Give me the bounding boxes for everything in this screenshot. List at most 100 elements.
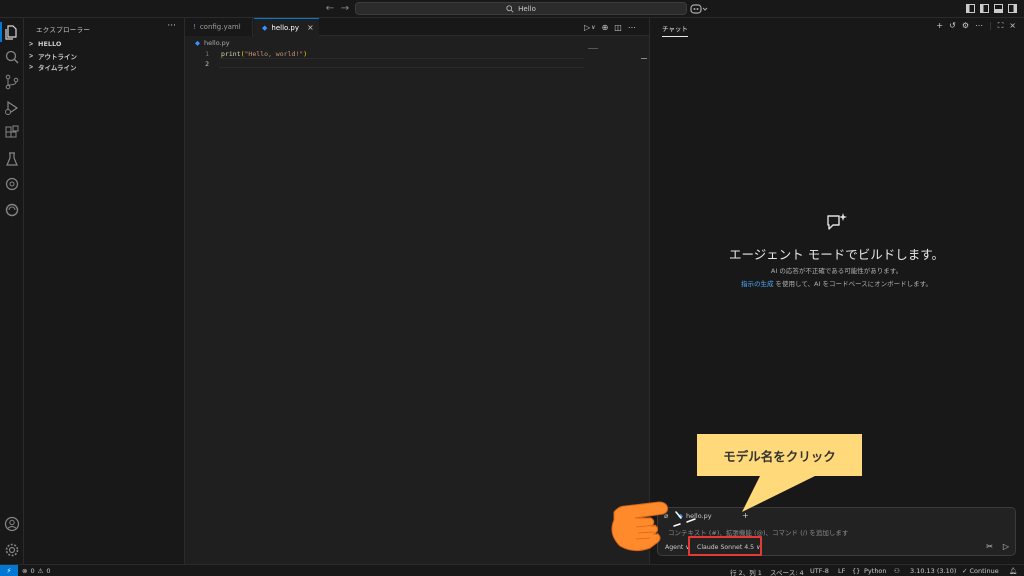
tab-hello-py[interactable]: ◆ hello.py × [254, 18, 319, 36]
warning-icon: ⚠ [37, 567, 44, 575]
model-picker-highlight [688, 536, 762, 556]
editor-actions: ▷ ∨ ⊕ ◫ ⋯ [584, 20, 644, 34]
python-file-icon: ◆ [262, 23, 268, 32]
toggle-panel-icon[interactable] [994, 4, 1003, 13]
code-line-1[interactable]: print("Hello, world!") [221, 50, 307, 58]
line-number: 1 [205, 50, 209, 58]
python-interpreter[interactable]: 3.10.13 (3.10) [910, 567, 956, 575]
current-line-highlight [219, 58, 584, 68]
section-label: アウトライン [38, 52, 77, 61]
chat-settings-gear-icon[interactable]: ⚙ [962, 21, 969, 31]
explorer-icon[interactable] [4, 24, 20, 40]
continue-status[interactable]: ✓ Continue [962, 567, 999, 575]
error-count: 0 [30, 567, 35, 575]
account-icon[interactable] [4, 516, 20, 532]
search-icon[interactable] [4, 49, 20, 65]
breadcrumb[interactable]: ◆ hello.py [195, 39, 230, 47]
attach-icon[interactable]: ⌀ [664, 512, 668, 520]
back-arrow-icon[interactable]: ← [324, 3, 336, 15]
generate-instructions-link[interactable]: 指示の生成 [741, 280, 774, 288]
active-indicator [0, 22, 2, 42]
sidebar-title: エクスプローラー [36, 26, 91, 34]
close-icon[interactable]: × [307, 23, 314, 32]
more-actions-icon[interactable]: ··· [167, 21, 176, 31]
send-icon[interactable]: ▷ [1003, 542, 1009, 551]
encoding[interactable]: UTF-8 [810, 567, 829, 575]
chat-panel: チャット + ↺ ⚙ ⋯ | ⛶ × [649, 18, 1024, 564]
activity-bar [0, 18, 24, 564]
yaml-file-icon: ! [193, 23, 196, 31]
remote-indicator-icon[interactable]: ⚡ [0, 565, 18, 576]
run-dropdown-chevron-icon[interactable]: ∨ [591, 24, 595, 31]
chevron-right-icon: > [28, 39, 34, 48]
maximize-icon[interactable]: ⛶ [998, 21, 1004, 31]
source-control-icon[interactable] [4, 74, 20, 90]
minimap[interactable] [588, 48, 598, 49]
history-icon[interactable]: ↺ [949, 21, 956, 31]
cursor-position[interactable]: 行 2、列 1 [730, 567, 762, 576]
chevron-right-icon: > [28, 51, 34, 60]
open-browser-icon[interactable]: ⊕ [602, 23, 609, 32]
command-center-search[interactable]: Hello [355, 2, 687, 15]
language-mode[interactable]: Python [864, 567, 887, 575]
mode-picker[interactable]: Agent ∨ [665, 544, 690, 551]
callout-text: モデル名をクリック [723, 448, 836, 464]
context-file-chip[interactable]: ◆ hello.py [678, 512, 712, 520]
remote-explorer-icon[interactable] [4, 176, 20, 192]
close-icon[interactable]: × [1009, 21, 1016, 31]
copilot-icon[interactable] [690, 3, 708, 15]
copilot-status-icon[interactable]: ⚇ [894, 567, 900, 575]
toggle-secondary-sidebar-icon[interactable] [1008, 4, 1017, 13]
indentation[interactable]: スペース: 4 [770, 567, 804, 576]
chat-welcome-heading: エージェント モードでビルドします。 [729, 247, 944, 262]
run-debug-icon[interactable] [4, 100, 20, 116]
chat-sparkle-icon [827, 213, 847, 230]
settings-gear-icon[interactable] [4, 542, 20, 558]
extensions-icon[interactable] [4, 125, 20, 141]
tools-icon[interactable]: ✂ [986, 542, 993, 551]
chat-actions: + ↺ ⚙ ⋯ | ⛶ × [936, 21, 1016, 31]
section-timeline[interactable]: > タイムライン [24, 61, 185, 72]
section-label: タイムライン [38, 63, 77, 72]
search-icon [506, 4, 514, 13]
chat-disclaimer: AI の応答が不正確である可能性があります。 [770, 267, 903, 275]
section-outline[interactable]: > アウトライン [24, 50, 185, 61]
editor-area[interactable] [185, 36, 649, 564]
python-file-icon: ◆ [678, 512, 683, 520]
more-actions-icon[interactable]: ⋯ [975, 21, 983, 31]
chevron-right-icon: > [28, 62, 34, 71]
testing-icon[interactable] [4, 151, 20, 167]
problems-indicator[interactable]: ⊗ 0 ⚠ 0 [22, 567, 51, 575]
notifications-bell-icon[interactable]: 🔔︎ [1009, 567, 1017, 575]
new-chat-plus-icon[interactable]: + [936, 21, 943, 31]
run-python-icon[interactable]: ▷ [584, 23, 590, 32]
toggle-sidebar-icon[interactable] [966, 4, 975, 13]
context-file-label: hello.py [686, 512, 712, 520]
section-hello[interactable]: > HELLO [24, 38, 185, 49]
split-editor-icon[interactable]: ◫ [614, 23, 622, 32]
instructions-text: を使用して、AI をコードベースにオンボードします。 [773, 280, 932, 288]
python-file-icon: ◆ [195, 39, 200, 47]
braces-icon: {} [852, 567, 861, 575]
more-actions-icon[interactable]: ⋯ [628, 23, 636, 32]
chat-instructions: 指示の生成 を使用して、AI をコードベースにオンボードします。 [649, 278, 1024, 288]
chatgpt-icon[interactable] [4, 202, 20, 218]
end-of-line[interactable]: LF [838, 567, 845, 575]
warning-count: 0 [46, 567, 51, 575]
tab-label: config.yaml [199, 23, 241, 31]
chat-tab[interactable]: チャット [662, 23, 688, 37]
tab-config-yaml[interactable]: ! config.yaml [185, 18, 253, 36]
toggle-panel-left-icon[interactable] [980, 4, 989, 13]
divider: | [988, 21, 992, 30]
error-icon: ⊗ [22, 567, 28, 575]
breadcrumb-file[interactable]: hello.py [204, 39, 230, 47]
add-context-plus-icon[interactable]: + [742, 511, 749, 520]
forward-arrow-icon[interactable]: → [339, 3, 351, 15]
tab-label: hello.py [271, 23, 299, 32]
section-label: HELLO [38, 39, 62, 48]
status-bar: ⚡ ⊗ 0 ⚠ 0 行 2、列 1 スペース: 4 UTF-8 LF {} Pyth… [0, 564, 1024, 576]
command-center-label: Hello [518, 4, 536, 13]
explorer-sidebar: エクスプローラー ··· > HELLO > アウトライン > タイムライン [24, 18, 185, 564]
line-number: 2 [205, 60, 209, 68]
scrollbar-marker [641, 58, 647, 59]
